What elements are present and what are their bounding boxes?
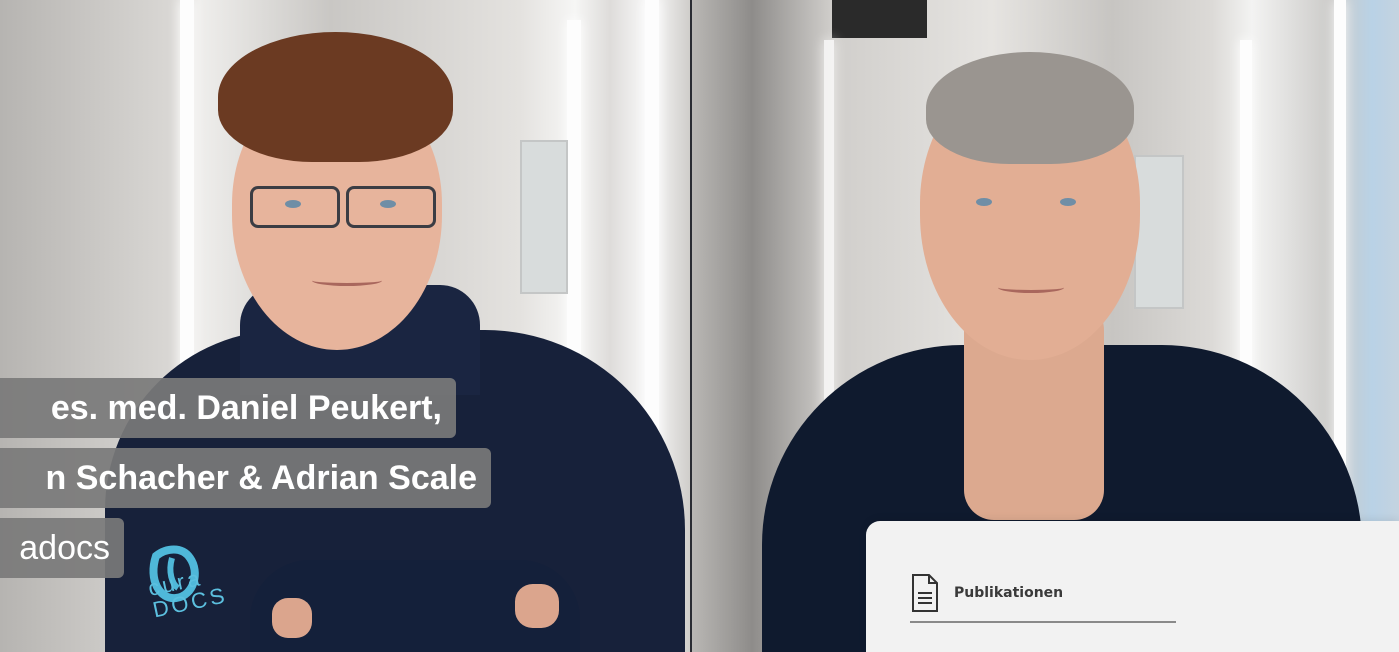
caption-line-2: n Schacher & Adrian Scale — [0, 448, 491, 508]
caption-line-3: adocs — [0, 518, 124, 578]
hand — [515, 584, 559, 628]
publikationen-link[interactable]: Publikationen — [910, 565, 1176, 623]
ceiling-fixture — [832, 0, 927, 38]
person-hair — [926, 52, 1134, 164]
caption-line-1: es. med. Daniel Peukert, — [0, 378, 456, 438]
publikationen-label: Publikationen — [954, 585, 1064, 601]
eye — [380, 200, 396, 208]
document-icon — [912, 574, 938, 612]
mouth — [312, 275, 382, 286]
mouth — [998, 282, 1064, 293]
eye — [976, 198, 992, 206]
wall-picture — [520, 140, 568, 294]
person-hair — [218, 32, 453, 162]
hand — [272, 598, 312, 638]
eye — [285, 200, 301, 208]
eye — [1060, 198, 1076, 206]
wall-picture — [1134, 155, 1184, 309]
publication-card: Publikationen — [866, 521, 1399, 652]
